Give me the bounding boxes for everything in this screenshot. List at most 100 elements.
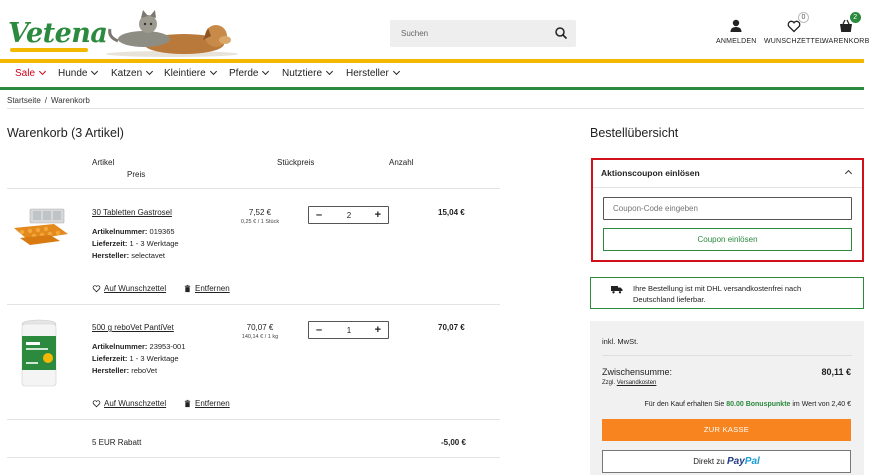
add-to-wishlist-link[interactable]: Auf Wunschzettel [104,284,166,293]
increase-quantity-button[interactable]: + [375,210,381,221]
nav-label: Hersteller [346,68,389,79]
shipping-costs-note: Zzgl. Versandkosten [602,380,656,386]
product-image-gastrosel[interactable] [8,206,74,250]
pets-banner-image [106,10,238,57]
trash-icon [184,399,191,408]
nav-item-nutztiere[interactable]: Nutztiere [282,67,334,79]
discount-divider [7,457,500,458]
user-icon [730,19,742,32]
checkout-button[interactable]: ZUR KASSE [602,419,851,441]
col-header-quantity: Anzahl [389,158,414,167]
order-summary-panel: inkl. MwSt. Zwischensumme: 80,11 € Zzgl.… [590,321,864,475]
search-box[interactable]: Suchen [390,20,576,47]
article-label: Artikelnummer: [92,227,148,236]
delivery-time: 1 - 3 Werktage [129,239,179,248]
coupon-toggle[interactable]: Aktionscoupon einlösen [601,168,700,178]
chevron-down-icon [392,67,400,76]
col-header-article: Artikel [92,158,115,167]
discount-value: -5,00 € [441,438,466,447]
article-number: 23953-001 [149,342,186,351]
product-meta-pantivet: Artikelnummer: 23953-001 Lieferzeit: 1 -… [92,341,185,377]
remove-item-link[interactable]: Entfernen [195,399,230,408]
manufacturer-name: reboVet [131,366,158,375]
product-link-gastrosel[interactable]: 30 Tabletten Gastrosel [92,208,172,217]
quantity-stepper: – 1 + [308,321,389,339]
item-divider [7,419,500,420]
wishlist-icon-wrap: 0 [786,12,809,34]
wishlist-count-badge: 0 [797,12,809,23]
chevron-up-icon[interactable] [844,169,853,178]
cart-count-badge: 2 [849,12,861,23]
bonus-points: 80.00 Bonuspunkte [726,401,791,408]
delivery-label: Lieferzeit: [92,354,128,363]
paypal-logo-pal: Pal [744,456,760,467]
site-header: Vetena Suchen ANMELDEN 0 WUNSCHZETTEL 2 … [0,0,876,60]
summary-divider [602,355,852,356]
nav-label: Nutztiere [282,68,323,79]
nav-label: Hunde [58,68,88,79]
quantity-value[interactable]: 1 [343,326,355,335]
vat-note: inkl. MwSt. [602,337,639,346]
nav-item-hersteller[interactable]: Hersteller [346,67,400,79]
breadcrumb-home[interactable]: Startseite [7,96,41,105]
wishlist-button[interactable]: 0 WUNSCHZETTEL [764,12,824,45]
meta-line: Hersteller: reboVet [92,365,185,377]
meta-line: Artikelnummer: 019365 [92,226,179,238]
remove-item-link[interactable]: Entfernen [195,284,230,293]
nav-item-sale[interactable]: Sale [15,67,47,79]
chevron-down-icon [262,67,270,76]
paypal-logo-pay: Pay [726,456,745,467]
vetena-logo[interactable]: Vetena [8,18,108,49]
product-link-pantivet[interactable]: 500 g reboVet PantiVet [92,323,174,332]
increase-quantity-button[interactable]: + [375,325,381,336]
cart-label: WARENKORB [822,38,870,45]
paypal-prefix: Direkt zu [693,457,725,466]
shipping-costs-link[interactable]: Versandkosten [617,380,657,386]
quantity-stepper: – 2 + [308,206,389,224]
col-header-price: Preis [127,170,146,179]
breadcrumb: Startseite / Warenkorb [7,96,90,105]
meta-line: Lieferzeit: 1 - 3 Werktage [92,238,179,250]
paypal-checkout-button[interactable]: Direkt zu PayPal [602,450,851,473]
coupon-divider [593,187,862,188]
search-icon[interactable] [554,26,568,40]
summary-title: Bestellübersicht [590,126,679,140]
item-divider [7,304,500,305]
decrease-quantity-button[interactable]: – [316,325,322,336]
discount-label: 5 EUR Rabatt [92,438,142,447]
nav-item-pferde[interactable]: Pferde [229,67,270,79]
breadcrumb-separator: / [44,96,48,105]
cart-icon-wrap: 2 [838,12,861,34]
decrease-quantity-button[interactable]: – [316,210,322,221]
quantity-value[interactable]: 2 [343,211,355,220]
wishlist-label: WUNSCHZETTEL [764,38,824,45]
shipping-info-box: Ihre Bestellung ist mit DHL versandkoste… [590,277,864,309]
login-label: ANMELDEN [716,38,757,45]
chevron-down-icon [146,67,154,76]
item-price: 70,07 € [246,323,274,332]
nav-item-hunde[interactable]: Hunde [58,67,99,79]
bonus-points-note: Für den Kauf erhalten Sie 80.00 Bonuspun… [645,401,852,408]
item-unit-price: 140,14 € / 1 kg [241,334,279,340]
product-image-pantivet[interactable] [14,318,64,390]
item-total: 15,04 € [438,208,465,217]
cart-button[interactable]: 2 WARENKORB [822,12,870,45]
article-number: 019365 [149,227,175,236]
coupon-code-input[interactable] [603,197,852,220]
redeem-coupon-button[interactable]: Coupon einlösen [603,228,852,251]
add-to-wishlist-link[interactable]: Auf Wunschzettel [104,399,166,408]
item-price: 7,52 € [248,208,272,217]
nav-label: Pferde [229,68,259,79]
nav-item-kleintiere[interactable]: Kleintiere [164,67,217,79]
breadcrumb-divider [7,108,864,109]
shipping-prefix: Zzgl. [602,380,616,386]
login-button[interactable]: ANMELDEN [716,18,757,45]
truck-icon [611,286,623,294]
product-meta-gastrosel: Artikelnummer: 019365 Lieferzeit: 1 - 3 … [92,226,179,262]
main-nav: Sale Hunde Katzen Kleintiere Pferde Nutz… [0,63,864,87]
search-input[interactable]: Suchen [401,29,428,38]
item-unit-price: 0,25 € / 1 Stück [240,219,280,225]
nav-item-katzen[interactable]: Katzen [111,67,154,79]
bonus-suffix: im Wert von 2,40 € [792,401,851,408]
shipping-info-text: Ihre Bestellung ist mit DHL versandkoste… [633,284,802,304]
